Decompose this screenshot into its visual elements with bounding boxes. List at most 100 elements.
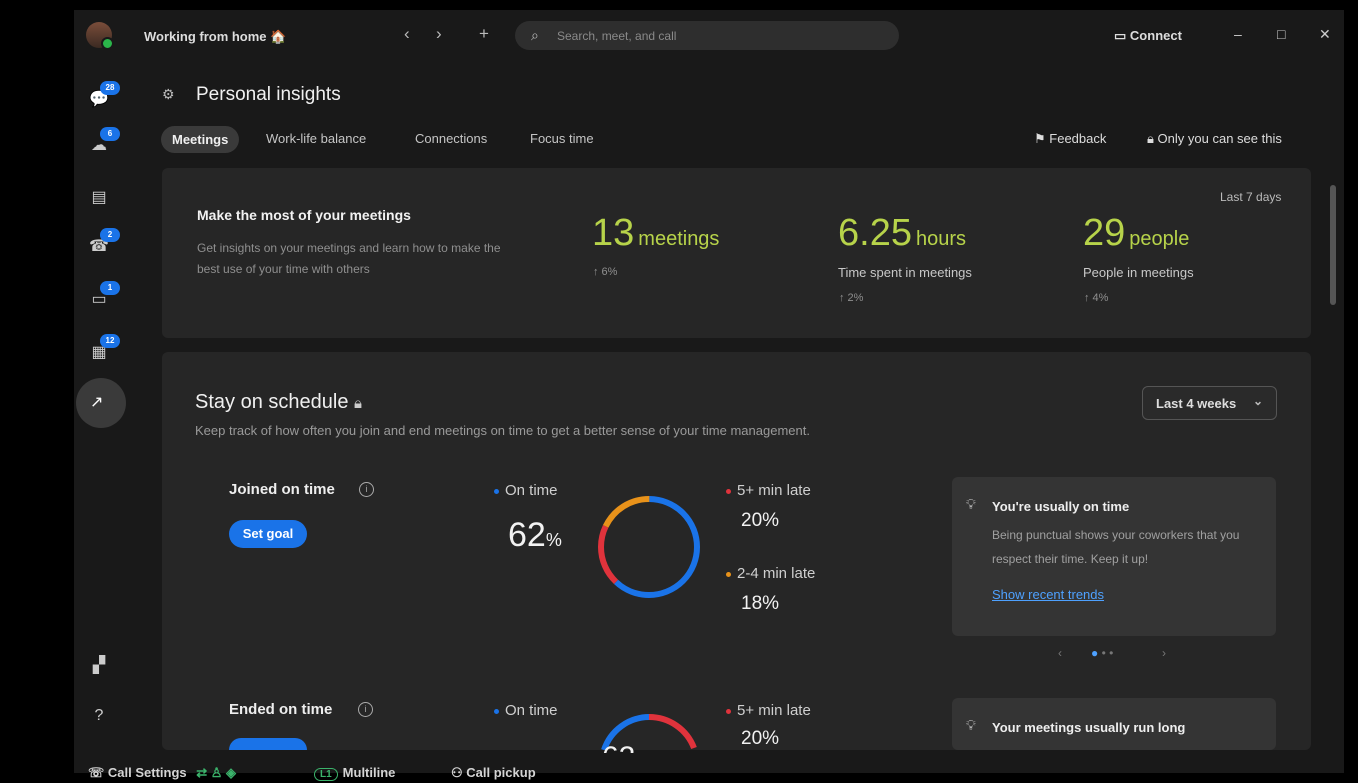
metric-label: People in meetings [1083,265,1194,280]
lock-icon: 🔒︎ [1147,131,1154,146]
search-placeholder: Search, meet, and call [557,29,677,43]
legend-label: On time [505,702,558,719]
back-icon[interactable]: ‹ [404,24,410,44]
feedback-button[interactable]: ⚑ Feedback [1034,131,1106,147]
connect-icon: ▭ [1114,28,1127,43]
calendar-icon[interactable]: ▦ 12 [88,334,120,362]
call-pickup-button[interactable]: ⚇ Call pickup [451,765,536,781]
info-icon[interactable]: i [359,482,374,497]
ended-on-time-label: Ended on time [229,701,333,718]
legend-late2: 2-4 min late [726,565,815,582]
metric-unit: meetings [638,228,720,250]
pager-prev-icon[interactable]: ‹ [1058,646,1062,660]
set-goal-button[interactable]: Set goal [229,520,307,548]
messaging-icon[interactable]: 💬 28 [88,81,120,109]
feedback-icon: ⚑ [1034,131,1046,146]
pager-dots[interactable]: ● • • [1091,646,1113,660]
meetings-icon[interactable]: ☁ 6 [88,127,120,155]
badge: 2 [100,228,120,242]
schedule-title-text: Stay on schedule [195,391,349,413]
avatar[interactable] [86,22,114,50]
tip-title: You're usually on time [992,499,1130,514]
lock-icon: 🔒︎ [354,395,362,412]
apps-icon[interactable]: ▞ [88,655,110,675]
close-icon[interactable]: ✕ [1319,26,1331,43]
help-icon[interactable]: ? [88,707,110,727]
ended-late5-clip: 20% [741,728,801,750]
status-message[interactable]: Working from home 🏠 [144,29,286,45]
page-title: Personal insights [196,84,341,105]
metric-hours: 6.25 hours [838,212,966,255]
legend-dot [494,488,499,494]
presence-indicator [101,37,114,50]
late2-percent: 18% [741,593,780,614]
show-recent-trends-link[interactable]: Show recent trends [992,587,1104,602]
metric-value: 29 [1083,212,1126,254]
summary-description: Get insights on your meetings and learn … [197,241,501,276]
tip-body: Being punctual shows your coworkers that… [992,528,1240,566]
metric-meetings: 13 meetings [592,212,719,255]
minimize-icon[interactable]: – [1234,26,1242,42]
metric-people: 29 people [1083,212,1189,255]
tab-focus-time[interactable]: Focus time [530,131,594,146]
insights-icon: ↗ [90,394,104,411]
legend-label: 5+ min late [737,702,811,719]
legend-dot [726,571,731,577]
tip-card: 💡︎ You're usually on time Being punctual… [952,477,1276,636]
legend-label: 2-4 min late [737,565,816,582]
connect-label: Connect [1129,28,1182,43]
maximize-icon[interactable]: □ [1277,26,1285,42]
lightbulb-icon: 💡︎ [966,717,976,733]
metric-value: 6.25 [838,212,912,254]
multiline-badge: L1 [314,768,338,781]
period-label: Last 7 days [1220,190,1282,204]
tab-connections[interactable]: Connections [415,131,487,146]
tip-card: 💡︎ Your meetings usually run long [952,698,1276,750]
legend-on-time: On time [494,482,558,499]
legend-on-time: On time [494,702,558,719]
contacts-icon[interactable]: ▤ [88,187,110,207]
metric-unit: hours [915,228,966,250]
calling-icon[interactable]: ☎ 2 [88,228,120,256]
schedule-title: Stay on schedule 🔒︎ [195,391,362,414]
joined-on-time-label: Joined on time [229,481,335,498]
badge: 28 [100,81,120,95]
voicemail-icon[interactable]: ▭ 1 [88,281,120,309]
badge: 6 [100,127,120,141]
gear-icon[interactable]: ⚙ [162,86,175,103]
pager-next-icon[interactable]: › [1162,646,1166,660]
set-goal-button[interactable] [229,738,307,750]
connect-button[interactable]: ▭ Connect [1114,28,1182,44]
forward-icon[interactable]: › [436,24,442,44]
title-bar: Working from home 🏠 ‹ › + ⌕ Search, meet… [74,10,1344,62]
summary-title: Make the most of your meetings [197,207,411,223]
scrollbar[interactable] [1330,185,1336,305]
metric-change: ↑ 4% [1084,292,1109,304]
chevron-down-icon: ⌄ [1253,394,1264,408]
metric-unit: people [1129,228,1190,250]
metric-label: Time spent in meetings [838,265,972,280]
app-window: Working from home 🏠 ‹ › + ⌕ Search, meet… [74,10,1344,781]
on-time-percent: 62% [508,516,562,554]
tab-work-life-balance[interactable]: Work-life balance [266,131,366,146]
insights-nav-item[interactable]: ↗ [76,378,126,428]
badge: 12 [100,334,120,348]
call-settings-button[interactable]: ☏ Call Settings ⇄ ♙ ◈ [88,765,236,781]
search-bar[interactable]: ⌕ Search, meet, and call [515,21,899,50]
legend-late5: 5+ min late [726,702,811,719]
range-dropdown[interactable]: Last 4 weeks ⌄ [1142,386,1277,420]
tip-title: Your meetings usually run long [992,720,1186,735]
legend-label: On time [505,482,558,499]
privacy-note: 🔒︎ Only you can see this [1147,131,1282,147]
legend-late5: 5+ min late [726,482,811,499]
lightbulb-icon: 💡︎ [966,496,976,512]
tab-meetings[interactable]: Meetings [161,126,240,153]
info-icon[interactable]: i [358,702,373,717]
schedule-description: Keep track of how often you join and end… [195,423,810,438]
multiline-button[interactable]: L1 Multiline [314,765,395,781]
plus-icon[interactable]: + [479,24,489,44]
legend-dot [726,708,731,714]
range-value: Last 4 weeks [1156,396,1237,411]
badge: 1 [100,281,120,295]
legend-label: 5+ min late [737,482,811,499]
